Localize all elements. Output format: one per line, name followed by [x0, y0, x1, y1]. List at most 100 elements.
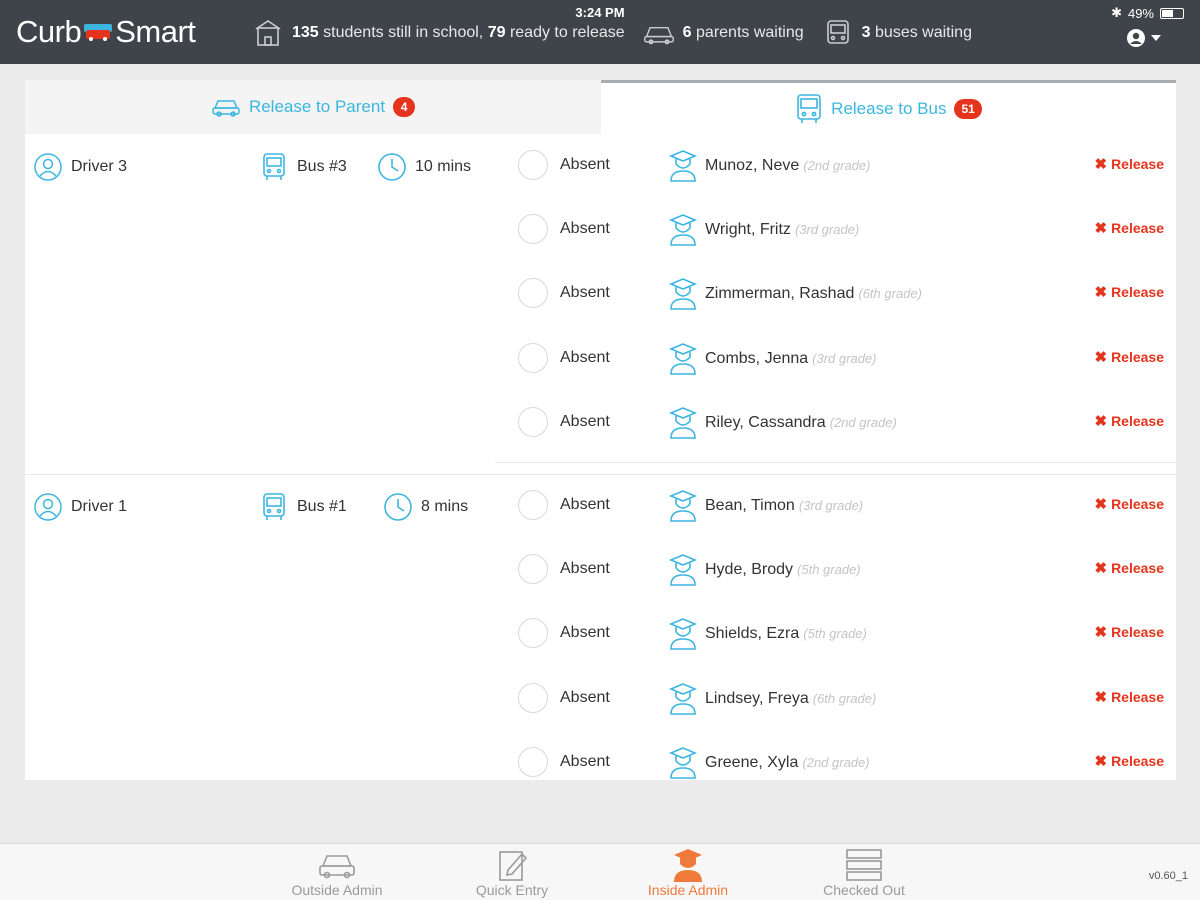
close-icon: ✖ [1094, 689, 1108, 706]
student-name: Bean, Timon [705, 497, 795, 514]
student-icon [674, 849, 702, 882]
bus-info: Bus #3 [259, 152, 347, 182]
bottom-nav: Outside Admin Quick Entry Inside Admin C… [0, 843, 1200, 900]
close-icon: ✖ [1094, 753, 1108, 770]
close-icon: ✖ [1094, 624, 1108, 641]
car-icon [643, 26, 674, 45]
student-grade: (2nd grade) [829, 415, 897, 430]
driver-icon [34, 493, 62, 521]
battery-percent: 49% [1127, 5, 1154, 21]
student-name: Munoz, Neve [705, 157, 800, 174]
release-tabs: Release to Parent 4 Release to Bus 51 [25, 80, 1176, 134]
absent-radio[interactable] [518, 407, 548, 437]
bus-info: Bus #1 [259, 492, 347, 522]
tab-release-to-bus[interactable]: Release to Bus 51 [601, 80, 1176, 134]
car-icon [212, 100, 240, 117]
student-row: Absent Combs, Jenna (3rd grade) ✖ Release [518, 329, 1168, 393]
release-button[interactable]: ✖ Release [1094, 155, 1164, 173]
student-row: Absent Wright, Fritz (3rd grade) ✖ Release [518, 200, 1168, 264]
release-button[interactable]: ✖ Release [1094, 283, 1164, 301]
student-grade: (6th grade) [812, 691, 877, 706]
student-name: Hyde, Brody [705, 561, 794, 578]
student-grade: (3rd grade) [794, 222, 860, 237]
absent-radio[interactable] [518, 343, 548, 373]
school-icon [255, 20, 281, 46]
student-name: Riley, Cassandra [705, 414, 826, 431]
student-icon [668, 554, 698, 586]
absent-label: Absent [560, 349, 610, 366]
absent-radio[interactable] [518, 150, 548, 180]
student-grade: (5th grade) [803, 626, 867, 641]
bluetooth-icon: ✱ [1111, 5, 1122, 20]
close-icon: ✖ [1094, 284, 1108, 301]
absent-label: Absent [560, 156, 610, 173]
nav-checked-out[interactable]: Checked Out [794, 848, 934, 900]
absent-radio[interactable] [518, 214, 548, 244]
absent-label: Absent [560, 220, 610, 237]
release-button[interactable]: ✖ Release [1094, 412, 1164, 430]
clock-icon [384, 493, 412, 521]
driver-info: Driver 1 [33, 492, 127, 522]
student-icon [668, 407, 698, 439]
chevron-down-icon [1151, 35, 1161, 41]
student-icon [668, 747, 698, 779]
absent-radio[interactable] [518, 278, 548, 308]
student-icon [668, 343, 698, 375]
nav-outside-admin[interactable]: Outside Admin [267, 848, 407, 900]
absent-radio[interactable] [518, 683, 548, 713]
edit-icon [499, 851, 528, 881]
release-button[interactable]: ✖ Release [1094, 623, 1164, 641]
nav-inside-admin[interactable]: Inside Admin [618, 848, 758, 900]
absent-label: Absent [560, 624, 610, 641]
release-button[interactable]: ✖ Release [1094, 348, 1164, 366]
bus-icon [797, 93, 821, 123]
student-row: Absent Zimmerman, Rashad (6th grade) ✖ Rel… [518, 264, 1168, 328]
student-icon [668, 214, 698, 246]
app-version: v0.60_1 [1148, 870, 1188, 882]
tab-release-to-parent[interactable]: Release to Parent 4 [25, 80, 601, 134]
student-grade: (6th grade) [858, 286, 922, 301]
top-bar: Curb Smart 3:24 PM ✱ 49% 135 students st… [0, 0, 1200, 64]
release-panel: Release to Parent 4 Release to Bus 51 Dr… [25, 80, 1176, 780]
absent-label: Absent [560, 560, 610, 577]
student-name: Wright, Fritz [705, 221, 791, 238]
student-name: Greene, Xyla [705, 754, 799, 771]
wait-time: 10 mins [377, 152, 471, 182]
release-button[interactable]: ✖ Release [1094, 219, 1164, 237]
driver-icon [34, 153, 62, 181]
user-menu[interactable] [1126, 28, 1162, 48]
user-icon [1127, 29, 1145, 47]
parent-count-badge: 4 [393, 97, 416, 117]
release-button[interactable]: ✖ Release [1094, 752, 1164, 770]
absent-label: Absent [560, 689, 610, 706]
nav-quick-entry[interactable]: Quick Entry [442, 848, 582, 900]
student-grade: (2nd grade) [802, 755, 870, 770]
absent-radio[interactable] [518, 490, 548, 520]
student-icon [668, 490, 698, 522]
absent-radio[interactable] [518, 618, 548, 648]
absent-label: Absent [560, 753, 610, 770]
bus-icon [826, 20, 849, 44]
driver-info: Driver 3 [33, 152, 127, 182]
absent-label: Absent [560, 496, 610, 513]
battery-icon [1160, 7, 1184, 19]
close-icon: ✖ [1094, 560, 1108, 577]
absent-label: Absent [560, 413, 610, 430]
student-row: Absent Munoz, Neve (2nd grade) ✖ Release [518, 136, 1168, 200]
divider [25, 474, 1176, 475]
release-button[interactable]: ✖ Release [1094, 688, 1164, 706]
student-name: Zimmerman, Rashad [705, 285, 855, 302]
absent-radio[interactable] [518, 554, 548, 584]
release-button[interactable]: ✖ Release [1094, 559, 1164, 577]
student-grade: (2nd grade) [803, 158, 871, 173]
absent-radio[interactable] [518, 747, 548, 777]
release-button[interactable]: ✖ Release [1094, 495, 1164, 513]
close-icon: ✖ [1094, 349, 1108, 366]
student-grade: (3rd grade) [812, 351, 877, 366]
student-name: Combs, Jenna [705, 350, 809, 367]
school-stats: 135 students still in school, 79 ready t… [252, 18, 990, 48]
student-row: Absent Hyde, Brody (5th grade) ✖ Release [518, 540, 1168, 604]
student-grade: (3rd grade) [798, 498, 864, 513]
student-row: Absent Shields, Ezra (5th grade) ✖ Release [518, 604, 1168, 668]
list-icon [846, 849, 882, 881]
